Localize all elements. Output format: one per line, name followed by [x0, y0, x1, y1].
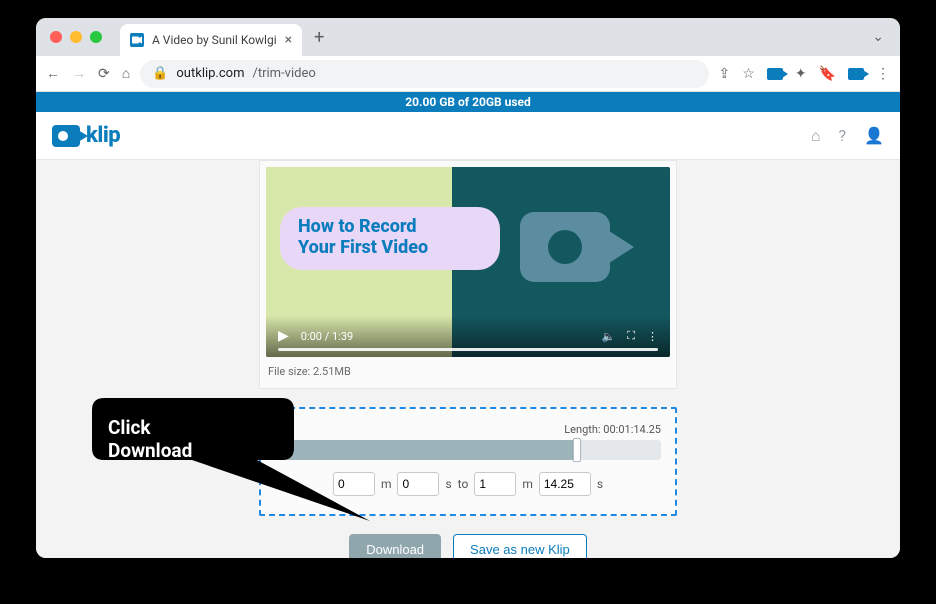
trim-to-minutes-input[interactable] [474, 472, 516, 496]
play-icon[interactable]: ▶ [278, 328, 289, 344]
video-time: 0:00 / 1:39 [301, 330, 353, 343]
tab-favicon-icon [130, 33, 144, 47]
video-card: How to Record Your First Video ▶ 0:00 / … [259, 160, 677, 389]
account-icon[interactable]: 👤 [864, 126, 884, 146]
video-title-line1: How to Record [298, 217, 482, 238]
extension-camera-icon[interactable] [767, 68, 783, 80]
video-player[interactable]: How to Record Your First Video ▶ 0:00 / … [266, 167, 670, 357]
address-bar[interactable]: 🔒 outklip.com/trim-video [140, 60, 708, 88]
close-tab-icon[interactable]: × [285, 32, 292, 48]
share-icon[interactable]: ⇪ [719, 66, 731, 82]
extensions-icon[interactable]: ✦ [795, 66, 807, 82]
bookmarks-list-icon[interactable]: 🔖 [819, 66, 836, 82]
trim-from-seconds-input[interactable] [397, 472, 439, 496]
forward-icon[interactable]: → [72, 65, 86, 82]
lock-icon: 🔒 [152, 66, 168, 81]
trim-to-seconds-input[interactable] [539, 472, 591, 496]
home-icon[interactable]: ⌂ [122, 65, 130, 82]
titlebar: A Video by Sunil Kowlgi × + ⌄ [36, 18, 900, 56]
reload-icon[interactable]: ⟳ [98, 66, 110, 82]
video-menu-icon[interactable]: ⋮ [647, 330, 658, 343]
tab-title: A Video by Sunil Kowlgi [152, 33, 277, 47]
url-path: /trim-video [252, 66, 315, 81]
video-controls: ▶ 0:00 / 1:39 🔈 ⛶ ⋮ [266, 315, 670, 357]
unit-s-2: s [597, 477, 603, 491]
fullscreen-icon[interactable]: ⛶ [627, 329, 635, 343]
browser-tab[interactable]: A Video by Sunil Kowlgi × [120, 24, 302, 56]
help-icon[interactable]: ? [839, 126, 847, 146]
back-icon[interactable]: ← [46, 65, 60, 82]
logo-text: klip [86, 123, 120, 148]
maximize-window-icon[interactable] [90, 31, 102, 43]
video-progress-bar[interactable] [278, 348, 658, 351]
app-logo[interactable]: klip [52, 123, 120, 148]
file-size-label: File size: 2.51MB [266, 365, 670, 378]
minimize-window-icon[interactable] [70, 31, 82, 43]
new-tab-button[interactable]: + [310, 27, 328, 48]
trim-slider-handle[interactable] [573, 438, 581, 462]
logo-camera-icon [52, 125, 80, 147]
tabs-dropdown-icon[interactable]: ⌄ [872, 29, 890, 45]
volume-icon[interactable]: 🔈 [602, 330, 616, 343]
unit-m-2: m [522, 477, 533, 491]
storage-usage-bar: 20.00 GB of 20GB used [36, 92, 900, 112]
video-title-line2: Your First Video [298, 238, 482, 259]
menu-icon[interactable]: ⋮ [876, 66, 890, 82]
to-label: to [458, 477, 469, 491]
extension-klip-icon[interactable] [848, 68, 864, 80]
app-header: klip ⌂ ? 👤 [36, 112, 900, 160]
home-nav-icon[interactable]: ⌂ [811, 126, 821, 146]
storage-usage-text: 20.00 GB of 20GB used [405, 95, 531, 109]
unit-s-1: s [445, 477, 451, 491]
window-controls [50, 31, 102, 43]
video-thumb-camera-icon [520, 207, 630, 287]
bookmark-icon[interactable]: ☆ [742, 66, 755, 82]
close-window-icon[interactable] [50, 31, 62, 43]
browser-toolbar: ← → ⟳ ⌂ 🔒 outklip.com/trim-video ⇪ ☆ ✦ 🔖… [36, 56, 900, 92]
url-domain: outklip.com [176, 66, 244, 81]
annotation-text: Click Download [108, 416, 192, 462]
save-as-new-klip-button[interactable]: Save as new Klip [453, 534, 587, 558]
video-thumb-title: How to Record Your First Video [280, 207, 500, 270]
